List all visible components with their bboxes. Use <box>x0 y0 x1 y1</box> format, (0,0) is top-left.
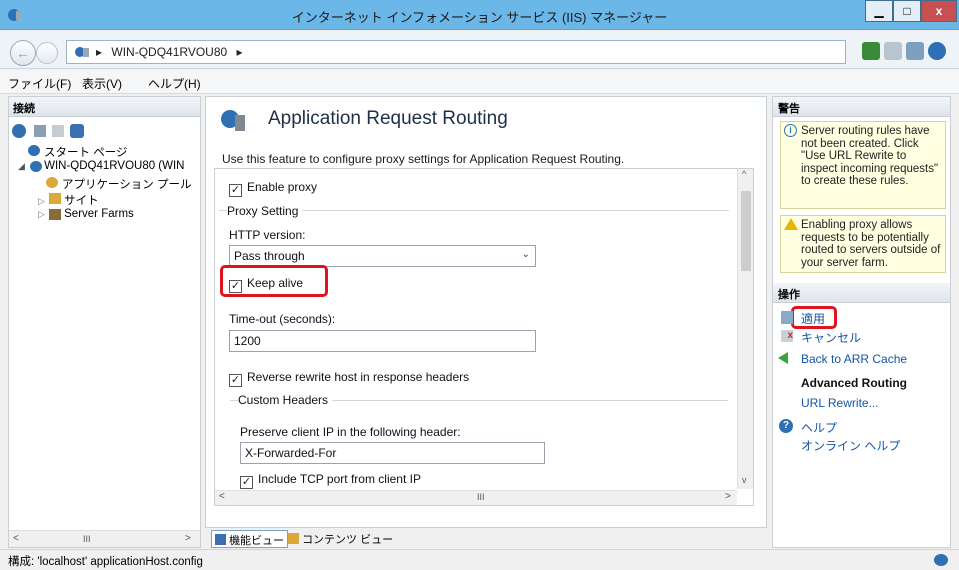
address-arrow: ▸ <box>96 45 103 59</box>
server-icon <box>75 47 89 57</box>
server-farm-icon <box>49 209 61 220</box>
tree-item-start-page[interactable]: スタート ページ <box>28 144 127 160</box>
scroll-right-icon[interactable]: > <box>185 533 191 544</box>
scroll-down-icon[interactable]: v <box>742 475 747 485</box>
app-pool-icon <box>46 177 58 188</box>
url-rewrite-link[interactable]: URL Rewrite... <box>801 396 879 410</box>
tree-item-app-pools[interactable]: アプリケーション プール <box>46 176 191 192</box>
checkbox-checked-icon: ✓ <box>229 184 242 197</box>
tree-item-sites[interactable]: ▷ サイト <box>38 192 99 208</box>
tree-item-server-farms[interactable]: ▷ Server Farms <box>38 208 134 220</box>
save-icon[interactable] <box>34 125 46 137</box>
address-arrow-2: ▸ <box>236 45 243 59</box>
connections-icon[interactable] <box>70 124 84 138</box>
include-port-checkbox[interactable]: ✓ Include TCP port from client IP <box>240 472 421 489</box>
minimize-button[interactable]: ▁ <box>865 0 893 22</box>
back-green-arrow-icon <box>778 352 788 364</box>
advanced-routing-heading: Advanced Routing <box>801 376 908 390</box>
chevron-down-icon: ⌄ <box>521 249 530 260</box>
cancel-link[interactable]: キャンセル <box>801 329 861 346</box>
up-icon[interactable] <box>52 125 64 137</box>
view-tabs: 機能ビュー コンテンツ ビュー <box>205 528 767 550</box>
expand-icon: ▷ <box>38 196 45 206</box>
custom-headers-label: Custom Headers <box>238 393 333 407</box>
keep-alive-checkbox[interactable]: ✓ Keep alive <box>229 276 303 293</box>
close-icon: x <box>935 4 943 18</box>
back-to-arr-cache-link[interactable]: Back to ARR Cache <box>801 352 907 366</box>
scroll-right-icon[interactable]: > <box>725 491 731 502</box>
back-arrow-icon: ← <box>16 45 30 61</box>
timeout-input[interactable]: 1200 <box>229 330 536 352</box>
mail-icon[interactable] <box>884 42 902 60</box>
feature-description: Use this feature to configure proxy sett… <box>222 152 625 166</box>
checkbox-checked-icon: ✓ <box>240 476 253 489</box>
alerts-header: 警告 <box>773 97 950 117</box>
scroll-thumb[interactable]: III <box>477 492 485 502</box>
expand-icon: ▷ <box>38 209 45 219</box>
scroll-up-icon[interactable]: ^ <box>742 169 746 179</box>
maximize-icon: □ <box>903 4 911 18</box>
scroll-thumb[interactable]: III <box>83 534 91 544</box>
http-version-label: HTTP version: <box>229 228 306 242</box>
back-button[interactable]: ← <box>10 40 36 66</box>
reverse-rewrite-checkbox[interactable]: ✓ Reverse rewrite host in response header… <box>229 370 469 387</box>
home-icon[interactable] <box>906 42 924 60</box>
info-icon: i <box>784 124 797 137</box>
connect-server-icon[interactable] <box>12 124 26 138</box>
connect-icon[interactable] <box>862 42 880 60</box>
menu-help[interactable]: ヘルプ(H) <box>148 75 201 92</box>
address-path[interactable]: WIN-QDQ41RVOU80 <box>111 45 227 59</box>
http-version-select[interactable]: Pass through ⌄ <box>229 245 536 267</box>
scroll-left-icon[interactable]: < <box>13 533 19 544</box>
online-help-link[interactable]: オンライン ヘルプ <box>801 437 900 454</box>
window-title: インターネット インフォメーション サービス (IIS) マネージャー <box>291 10 668 25</box>
server-node-icon <box>30 161 42 172</box>
minimize-icon: ▁ <box>874 4 884 18</box>
tab-content-view[interactable]: コンテンツ ビュー <box>285 530 396 548</box>
settings-vscrollbar[interactable]: ^ v <box>737 169 753 489</box>
apply-icon <box>781 311 793 324</box>
settings-hscrollbar[interactable]: < III > <box>215 490 737 505</box>
help-icon: ? <box>779 419 793 433</box>
apply-link[interactable]: 適用 <box>801 310 825 327</box>
forward-button[interactable] <box>36 42 58 64</box>
scroll-left-icon[interactable]: < <box>219 491 225 502</box>
preserve-ip-label: Preserve client IP in the following head… <box>240 425 461 439</box>
alert-routing-rules: i Server routing rules have not been cre… <box>780 121 946 209</box>
checkbox-checked-icon: ✓ <box>229 280 242 293</box>
help-icon[interactable] <box>928 42 946 60</box>
page-title: Application Request Routing <box>268 108 508 129</box>
features-view-icon <box>215 534 226 545</box>
alert-enabling-proxy: Enabling proxy allows requests to be pot… <box>780 215 946 273</box>
actions-header: 操作 <box>773 283 950 303</box>
start-page-icon <box>28 145 40 156</box>
menu-file[interactable]: ファイル(F) <box>8 75 71 92</box>
enable-proxy-checkbox[interactable]: ✓ Enable proxy <box>229 180 317 197</box>
tab-features-view[interactable]: 機能ビュー <box>211 530 289 548</box>
warning-icon <box>784 218 798 230</box>
menu-bar <box>0 70 959 94</box>
help-link[interactable]: ヘルプ <box>801 419 837 436</box>
menu-view[interactable]: 表示(V) <box>82 75 122 92</box>
sites-folder-icon <box>49 193 61 204</box>
status-bar: 構成: 'localhost' applicationHost.config <box>0 549 959 570</box>
connections-header: 接続 <box>9 97 200 117</box>
close-button[interactable]: x <box>921 0 957 22</box>
connections-hscrollbar[interactable]: < III > <box>9 530 200 547</box>
arr-feature-icon <box>221 110 245 131</box>
cancel-icon: x <box>781 330 793 342</box>
status-text: 構成: 'localhost' applicationHost.config <box>8 556 203 568</box>
tree-item-server[interactable]: ◢ WIN-QDQ41RVOU80 (WIN <box>18 160 184 172</box>
proxy-setting-label: Proxy Setting <box>227 204 303 218</box>
checkbox-checked-icon: ✓ <box>229 374 242 387</box>
content-view-icon <box>288 533 299 544</box>
scroll-thumb[interactable] <box>741 191 751 271</box>
preserve-ip-input[interactable]: X-Forwarded-For <box>240 442 545 464</box>
timeout-label: Time-out (seconds): <box>229 312 336 326</box>
status-server-icon <box>934 554 948 566</box>
maximize-button[interactable]: □ <box>893 0 921 22</box>
collapse-icon: ◢ <box>18 161 25 171</box>
